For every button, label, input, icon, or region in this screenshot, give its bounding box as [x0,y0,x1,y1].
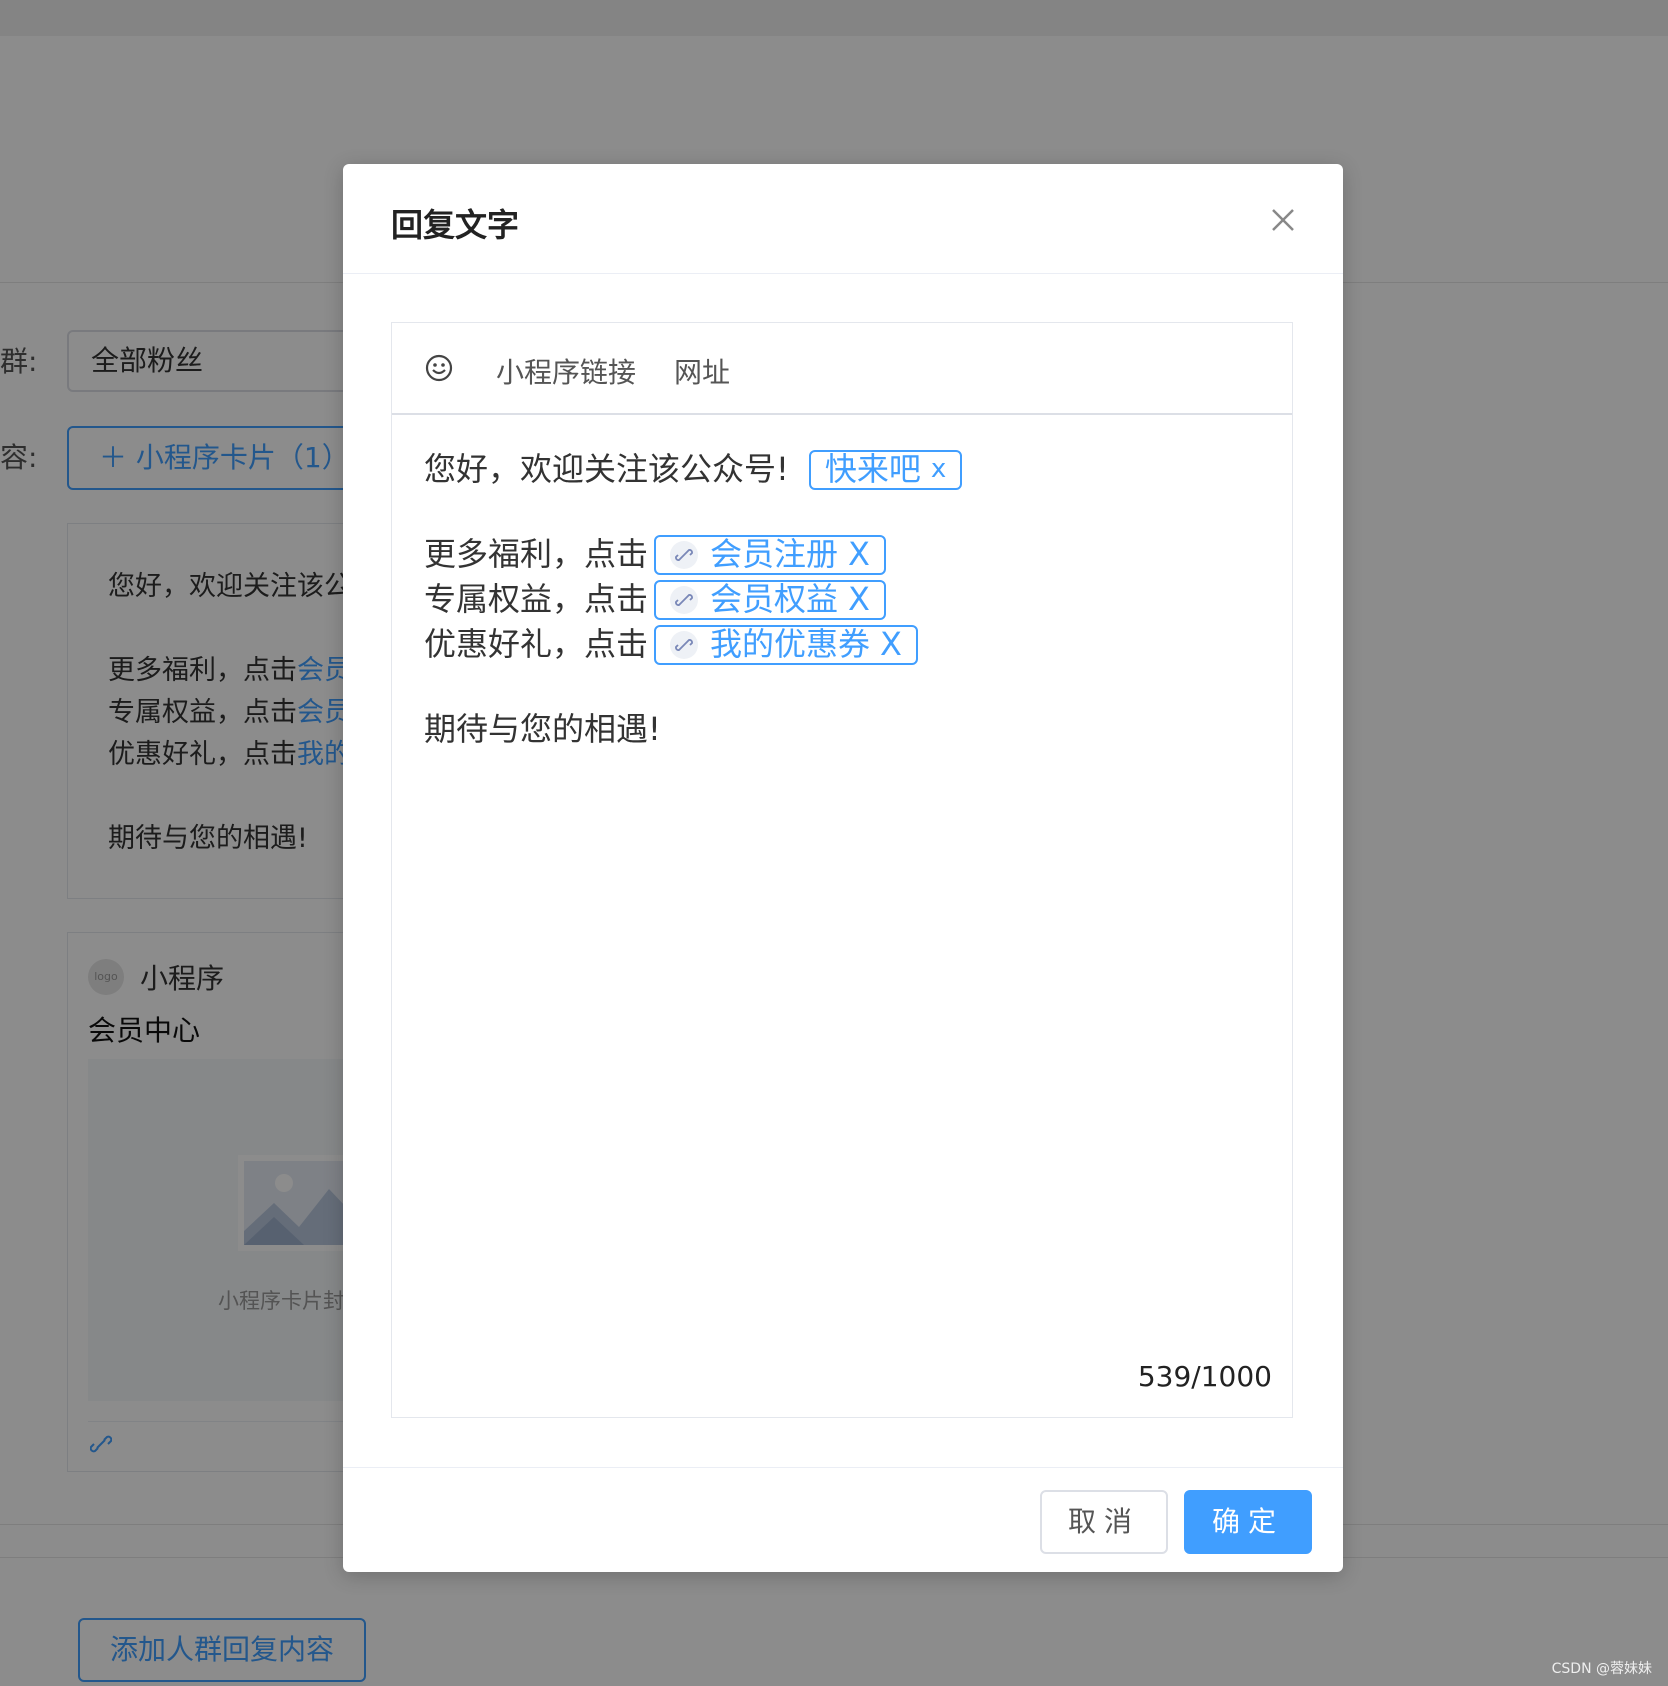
editor-content[interactable]: 您好，欢迎关注该公众号! 快来吧 x 更多福利，点击 会员注册 X 专属权益，点… [424,447,1264,752]
rich-text-editor[interactable]: 小程序链接 网址 您好，欢迎关注该公众号! 快来吧 x 更多福利，点击 会员注册 [391,322,1293,1418]
miniapp-link-icon [670,585,699,614]
close-icon[interactable] [1263,200,1303,240]
miniapp-link-tag[interactable]: 我的优惠券 X [654,622,918,667]
smiley-icon[interactable] [424,353,454,383]
link-tag[interactable]: 快来吧 x [808,447,963,492]
content-line: 更多福利，点击 会员注册 X [424,532,1264,577]
miniapp-link-tag[interactable]: 会员注册 X [654,532,886,577]
miniapp-link-icon [670,540,699,569]
tag-label: 我的优惠券 [710,625,871,663]
content-line: 优惠好礼，点击 我的优惠券 X [424,622,1264,667]
reply-text-dialog: 回复文字 小程序链接 网址 您好，欢迎关注该公众号! 快来吧 x 更多福利，点击… [343,164,1343,1572]
dialog-title: 回复文字 [391,206,520,244]
tag-remove-button[interactable]: X [848,532,870,577]
confirm-button[interactable]: 确定 [1184,1490,1312,1554]
dialog-header: 回复文字 [343,164,1343,274]
tag-label: 快来吧 [824,450,921,488]
toolbar-miniapp-link[interactable]: 小程序链接 [496,351,636,391]
miniapp-link-tag[interactable]: 会员权益 X [654,577,886,622]
tag-remove-button[interactable]: X [880,622,902,667]
char-counter: 539/1000 [1137,1360,1272,1393]
tag-label: 会员注册 [710,535,839,573]
miniapp-link-icon [670,630,699,659]
tag-remove-button[interactable]: x [931,447,946,492]
cancel-button[interactable]: 取消 [1040,1490,1168,1554]
tag-remove-button[interactable]: X [848,577,870,622]
editor-toolbar: 小程序链接 网址 [392,323,1292,415]
content-line: 期待与您的相遇! [424,710,661,748]
content-line: 您好，欢迎关注该公众号! 快来吧 x [424,447,1264,492]
toolbar-url[interactable]: 网址 [674,351,730,391]
dialog-footer: 取消 确定 [343,1467,1343,1573]
content-line: 专属权益，点击 会员权益 X [424,577,1264,622]
tag-label: 会员权益 [710,580,839,618]
watermark: CSDN @蓉妹妹 [1551,1661,1652,1677]
